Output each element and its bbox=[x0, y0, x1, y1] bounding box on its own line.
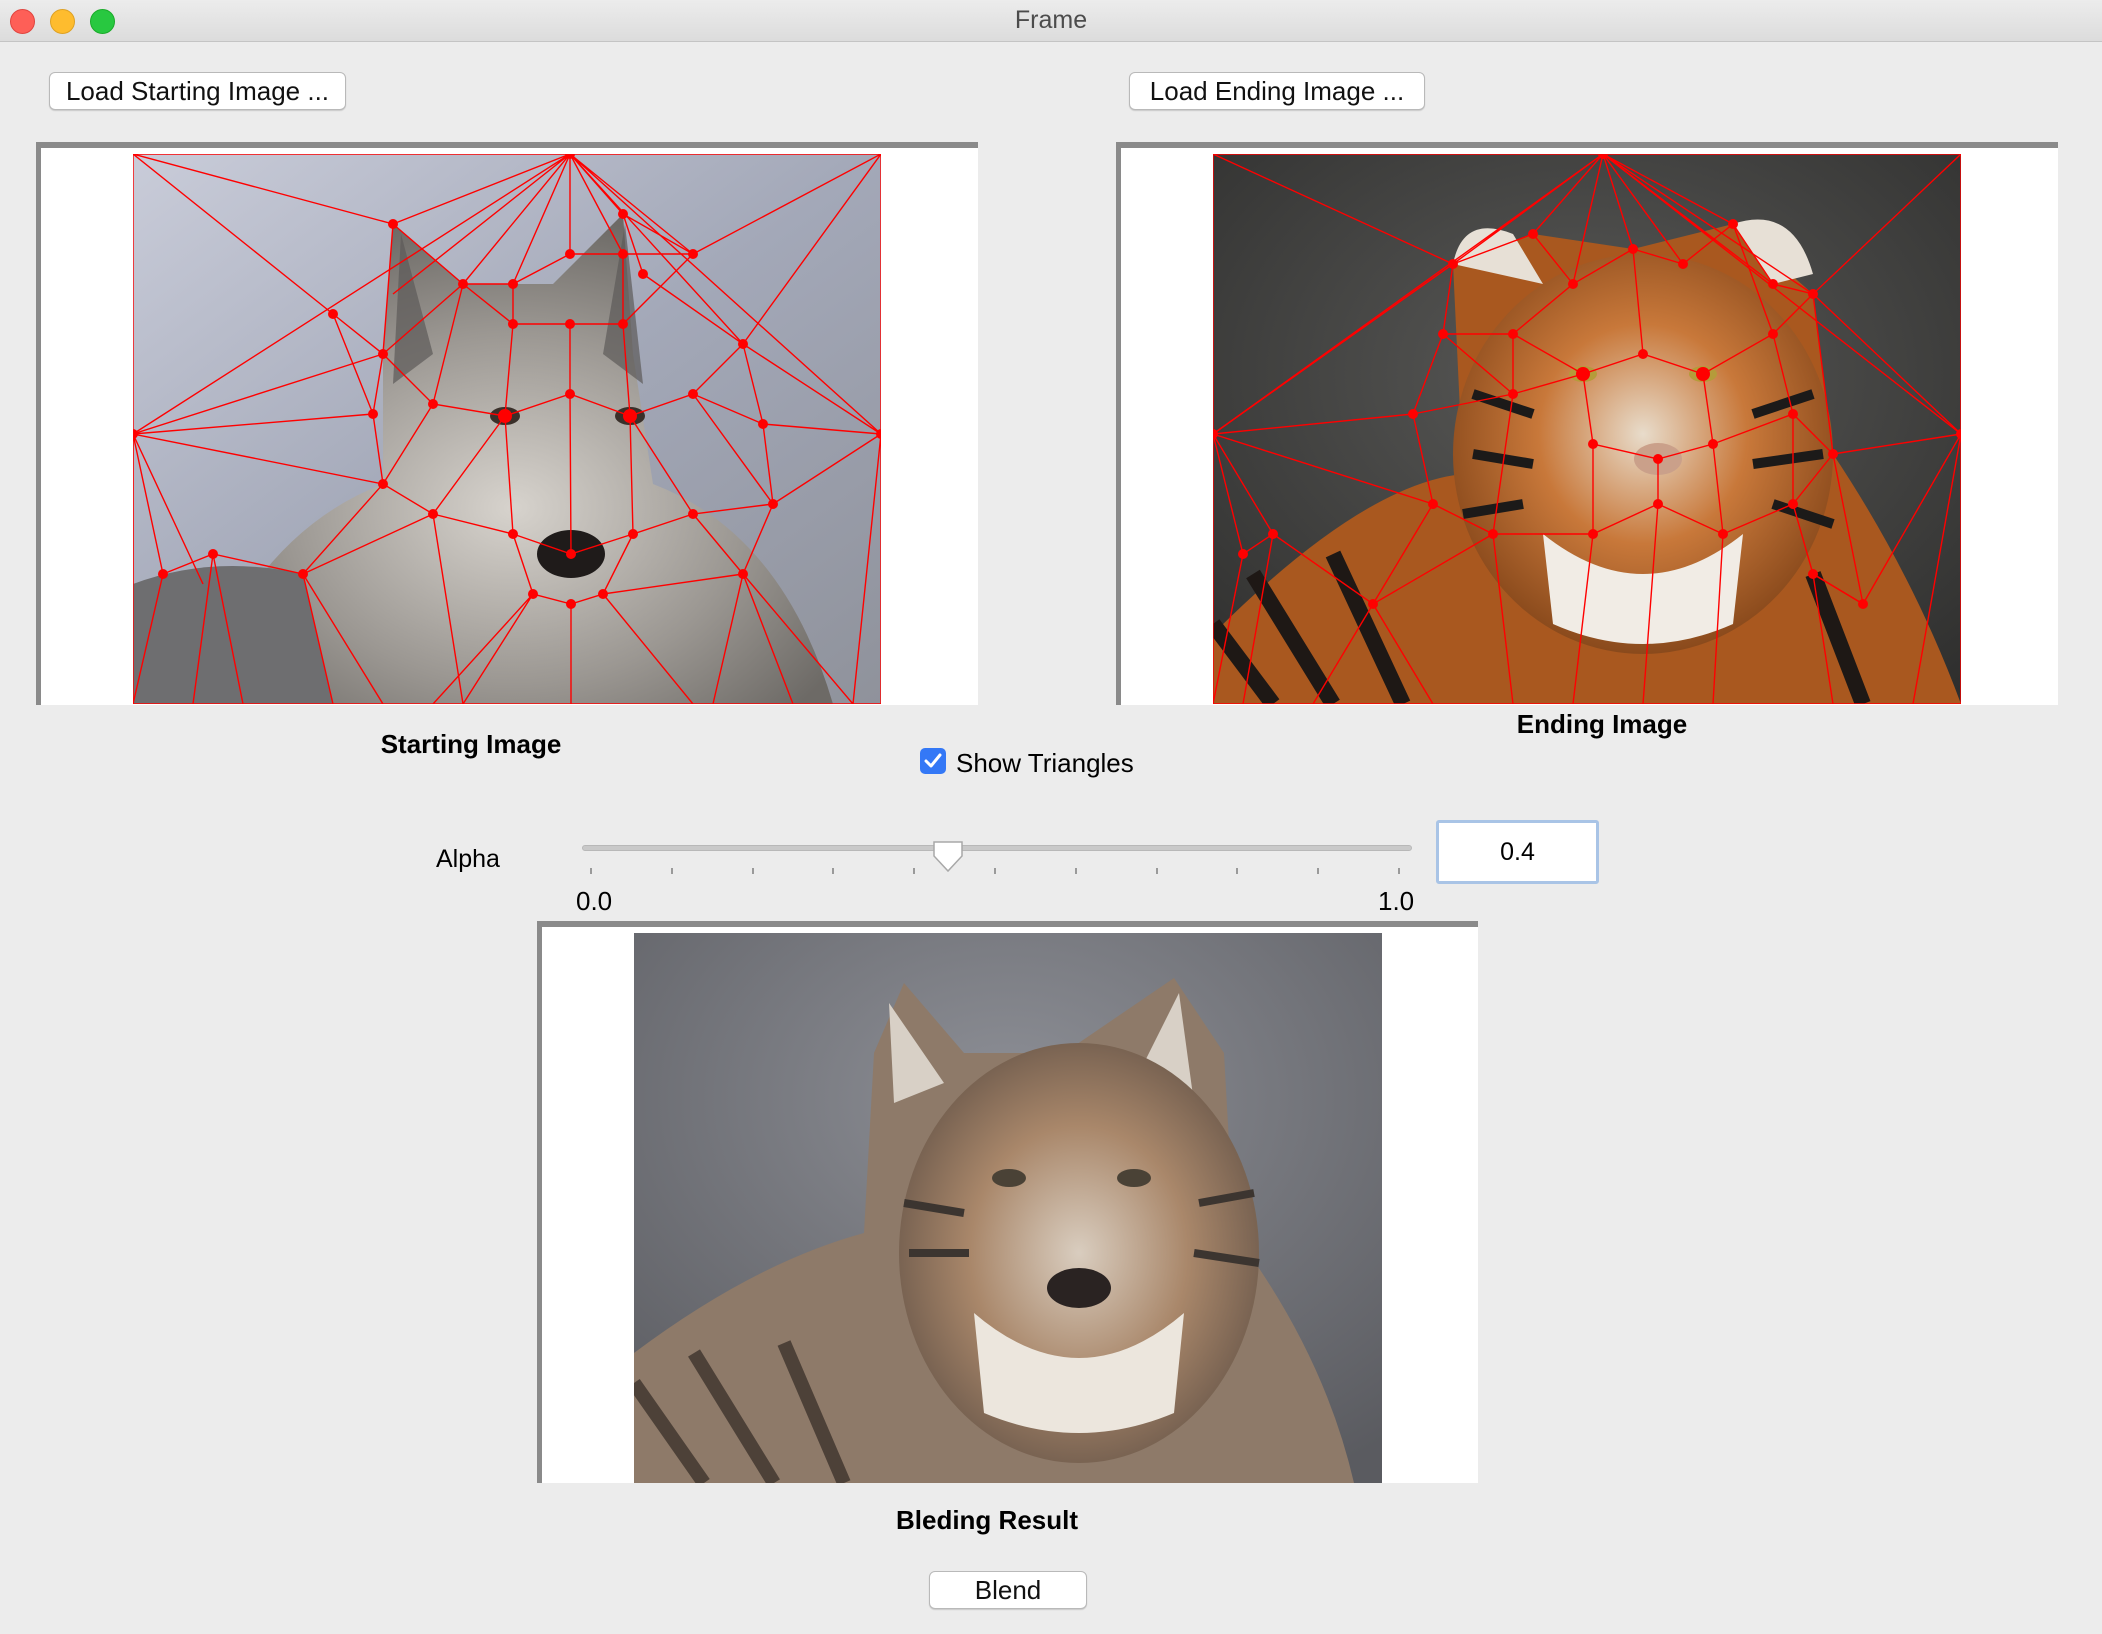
alpha-slider-track[interactable] bbox=[582, 845, 1412, 851]
alpha-slider-tick bbox=[994, 868, 996, 874]
window-title: Frame bbox=[1014, 6, 1088, 34]
show-triangles-checkbox[interactable] bbox=[920, 748, 946, 774]
blend-button[interactable]: Blend bbox=[929, 1571, 1087, 1609]
alpha-slider-tick bbox=[1074, 868, 1077, 874]
starting-image-caption: Starting Image bbox=[380, 729, 562, 759]
alpha-slider-thumb[interactable] bbox=[930, 840, 966, 874]
alpha-slider-tick bbox=[1398, 868, 1400, 874]
blending-result-caption: Bleding Result bbox=[895, 1505, 1078, 1535]
starting-image-panel[interactable] bbox=[36, 142, 978, 705]
alpha-label: Alpha bbox=[436, 845, 500, 873]
alpha-slider-tick bbox=[832, 868, 835, 874]
blending-result-image bbox=[634, 933, 1382, 1483]
alpha-slider-tick bbox=[751, 868, 754, 874]
ending-image-panel[interactable] bbox=[1116, 142, 2058, 705]
alpha-value-field[interactable]: 0.4 bbox=[1436, 820, 1599, 884]
ending-image-caption: Ending Image bbox=[1516, 709, 1688, 739]
alpha-slider-tick bbox=[913, 868, 916, 874]
load-starting-image-button[interactable]: Load Starting Image ... bbox=[49, 72, 346, 110]
alpha-slider-tick bbox=[1236, 868, 1239, 874]
show-triangles-label[interactable]: Show Triangles bbox=[956, 748, 1134, 779]
alpha-slider-tick bbox=[670, 868, 673, 874]
checkmark-icon bbox=[924, 753, 942, 768]
alpha-slider-tick bbox=[590, 868, 592, 874]
alpha-slider-tick bbox=[1317, 868, 1320, 874]
starting-image bbox=[133, 154, 881, 704]
alpha-slider-tick bbox=[1155, 868, 1158, 874]
ending-image bbox=[1213, 154, 1961, 704]
alpha-min-label: 0.0 bbox=[576, 886, 613, 916]
window-titlebar: Frame bbox=[0, 0, 2102, 42]
load-ending-image-button[interactable]: Load Ending Image ... bbox=[1129, 72, 1425, 110]
blending-result-panel bbox=[537, 921, 1478, 1483]
alpha-max-label: 1.0 bbox=[1378, 886, 1415, 916]
